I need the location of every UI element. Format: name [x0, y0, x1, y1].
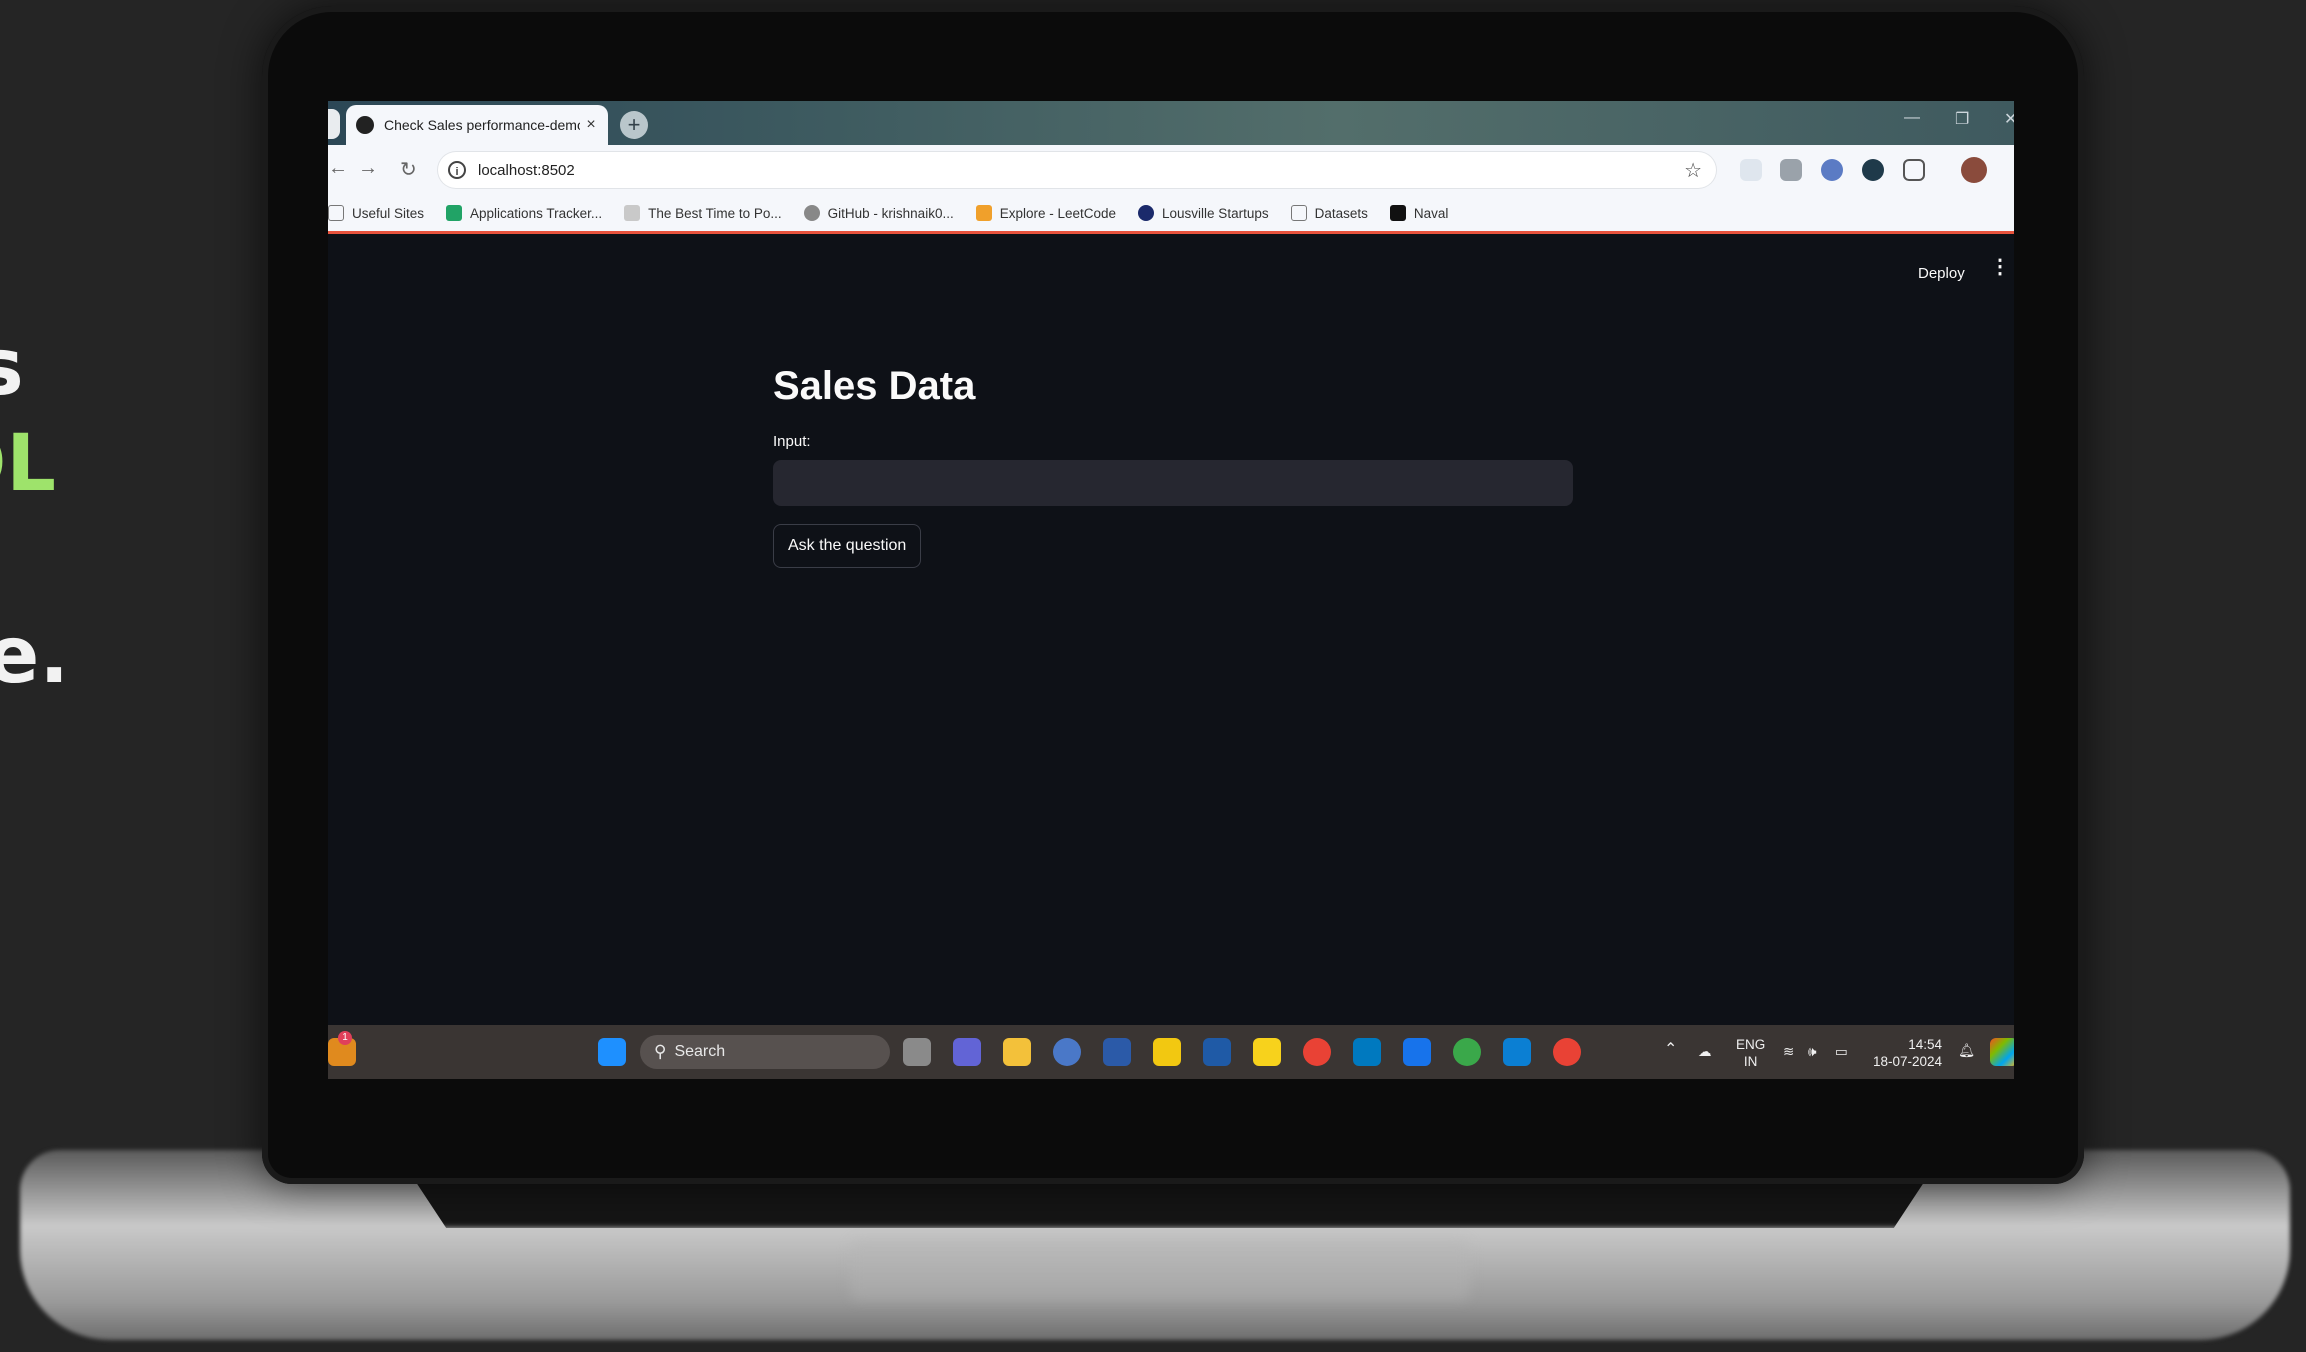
vpn-extension-icon[interactable]	[1821, 159, 1843, 181]
forward-icon[interactable]: →	[358, 157, 378, 180]
bell-icon[interactable]: 🔔︎	[1958, 1042, 1975, 1059]
sync-app-icon[interactable]	[1453, 1038, 1481, 1066]
extensions-puzzle-icon[interactable]	[1903, 159, 1925, 181]
taskbar-search[interactable]: ⚲ Search	[640, 1035, 890, 1069]
volume-icon[interactable]: 🕪	[1808, 1043, 1817, 1060]
ask-question-button[interactable]: Ask the question	[773, 524, 922, 568]
address-bar[interactable]: i localhost:8502 ☆	[438, 152, 1716, 188]
slide-line-2: QL	[0, 419, 57, 509]
calculator-icon[interactable]	[1203, 1038, 1231, 1066]
vscode-icon[interactable]	[1503, 1038, 1531, 1066]
chevron-up-icon[interactable]: ⌃	[1664, 1041, 1677, 1058]
deploy-button[interactable]: Deploy	[1918, 265, 1965, 282]
bookmark-star-icon[interactable]: ☆	[1684, 158, 1702, 183]
minimize-icon[interactable]: —	[1904, 109, 1920, 127]
bookmark-leetcode[interactable]: Explore - LeetCode	[975, 205, 1116, 221]
back-icon[interactable]: ←	[328, 157, 348, 180]
bookmarks-bar: Useful Sites Applications Tracker... The…	[328, 195, 2014, 234]
pen-extension-icon[interactable]	[1740, 159, 1762, 181]
bookmark-naval[interactable]: Naval	[1389, 205, 1448, 221]
search-label: Search	[674, 1043, 726, 1060]
r-app-icon[interactable]	[1053, 1038, 1081, 1066]
chrome-icon[interactable]	[1303, 1038, 1331, 1066]
naval-icon	[1389, 205, 1406, 221]
previous-tab[interactable]	[328, 109, 340, 139]
url-text: localhost:8502	[478, 161, 575, 179]
close-window-icon[interactable]: ✕	[2004, 109, 2014, 129]
slide-text: ts QL s se.	[0, 320, 69, 704]
close-icon[interactable]: ×	[580, 116, 602, 134]
slide-line-3: s	[0, 512, 69, 608]
notification-badge: 1	[338, 1031, 352, 1045]
reload-icon[interactable]: ↻	[400, 157, 417, 182]
cloud-icon[interactable]: ☁	[1698, 1043, 1712, 1060]
main-menu-icon[interactable]: ⋮	[1990, 257, 2010, 277]
power-bi-icon[interactable]	[1153, 1038, 1181, 1066]
language-indicator[interactable]: ENG IN	[1736, 1036, 1765, 1070]
github-icon	[803, 205, 820, 221]
search-icon: ⚲	[654, 1042, 667, 1061]
folder-icon	[1290, 205, 1307, 221]
question-input[interactable]	[773, 460, 1573, 506]
copilot-icon[interactable]	[1990, 1038, 2014, 1066]
chrome-active-icon[interactable]	[1553, 1038, 1581, 1066]
ai-extension-icon[interactable]	[1862, 159, 1884, 181]
task-view-icon[interactable]	[903, 1038, 931, 1066]
slide-line-1: ts	[0, 323, 24, 413]
file-explorer-icon[interactable]	[1003, 1038, 1031, 1066]
bookmark-datasets[interactable]: Datasets	[1290, 205, 1368, 221]
sticky-notes-icon[interactable]	[1253, 1038, 1281, 1066]
tableau-icon[interactable]	[1103, 1038, 1131, 1066]
streamlit-favicon-icon	[356, 116, 374, 134]
windows-start-icon[interactable]	[598, 1038, 626, 1066]
site-info-icon[interactable]: i	[448, 161, 466, 179]
zotero-extension-icon[interactable]	[1780, 159, 1802, 181]
battery-icon[interactable]: ▭	[1835, 1043, 1848, 1060]
folder-icon	[328, 205, 344, 221]
new-tab-button[interactable]: +	[620, 111, 648, 139]
layers-icon	[624, 205, 641, 221]
laptop-screen: Check Sales performance-demo × + — ❐ ✕ ←…	[328, 101, 2014, 1079]
sheets-icon	[446, 205, 463, 221]
leetcode-icon	[975, 205, 992, 221]
windows-taskbar: 1 ⚲ Search ⌃ ☁ ENG IN ≋ 🕪 ▭ 14:54 18-07-…	[328, 1025, 2014, 1079]
wifi-icon[interactable]: ≋	[1783, 1043, 1794, 1060]
bookmark-applications-tracker[interactable]: Applications Tracker...	[446, 205, 602, 221]
startups-icon	[1138, 205, 1155, 221]
trello-icon[interactable]	[1353, 1038, 1381, 1066]
laptop-trackpad	[850, 1240, 1470, 1300]
maximize-icon[interactable]: ❐	[1955, 109, 1969, 129]
bookmark-lousville-startups[interactable]: Lousville Startups	[1138, 205, 1269, 221]
bookmark-best-time[interactable]: The Best Time to Po...	[624, 205, 782, 221]
bookmark-useful-sites[interactable]: Useful Sites	[328, 205, 424, 221]
tab-title: Check Sales performance-demo	[384, 117, 580, 133]
teams-icon[interactable]	[953, 1038, 981, 1066]
streamlit-app: Deploy ⋮ Sales Data Input: Ask the quest…	[328, 234, 2014, 1025]
browser-tab[interactable]: Check Sales performance-demo ×	[346, 105, 608, 145]
page-title: Sales Data	[773, 364, 976, 408]
profile-avatar[interactable]	[1961, 157, 1987, 183]
main-content: Sales Data Input: Ask the question	[773, 364, 1573, 568]
slide-line-4: se.	[0, 611, 69, 701]
tab-strip: Check Sales performance-demo × + — ❐ ✕	[328, 101, 2014, 145]
clock[interactable]: 14:54 18-07-2024	[1873, 1036, 1942, 1070]
bookmark-github[interactable]: GitHub - krishnaik0...	[803, 205, 954, 221]
tiktok-icon[interactable]	[1403, 1038, 1431, 1066]
browser-toolbar: ← → ↻ i localhost:8502 ☆	[328, 145, 2014, 195]
input-label: Input:	[773, 433, 811, 450]
